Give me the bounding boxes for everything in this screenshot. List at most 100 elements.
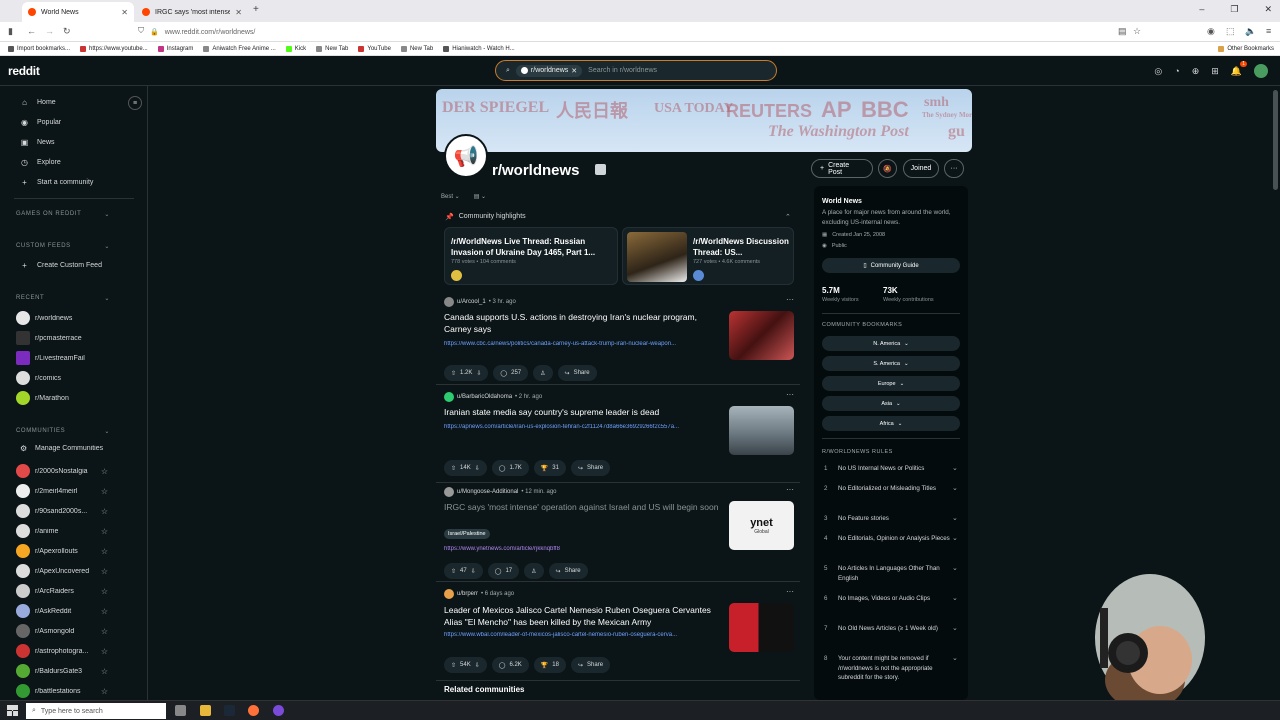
forward-icon[interactable]: → <box>45 26 54 36</box>
recent-item[interactable]: r/pcmasterrace <box>16 331 108 345</box>
nav-home[interactable]: ⌂ Home <box>20 98 56 107</box>
communities-section-header[interactable]: COMMUNITIES ⌄ <box>16 428 110 435</box>
rule-item[interactable]: 8 Your content might be removed if /r/wor… <box>822 654 962 683</box>
rule-item[interactable]: 1 No US Internal News or Politics ⌄ <box>822 464 962 474</box>
post-card[interactable]: u/BarbaricOldahoma • 2 hr. ago ··· Irania… <box>436 388 800 483</box>
more-icon[interactable]: ··· <box>786 485 794 494</box>
award-button[interactable]: ♙ <box>524 563 544 579</box>
recent-item[interactable]: r/Marathon <box>16 391 108 405</box>
star-icon[interactable]: ☆ <box>101 587 108 596</box>
post-title[interactable]: IRGC says 'most intense' operation again… <box>444 501 724 513</box>
tab-irgc[interactable]: IRGC says 'most intense' operati ✕ <box>136 2 248 22</box>
star-icon[interactable]: ☆ <box>101 527 108 536</box>
vote-control[interactable]: ⇧ 14K ⇩ <box>444 460 487 476</box>
community-item[interactable]: r/ArcRaiders ☆ <box>16 584 108 598</box>
share-button[interactable]: ↪ Share <box>570 460 611 476</box>
sidebar-toggle-icon[interactable]: ▮ <box>8 26 13 37</box>
comments-button[interactable]: ◯ 17 <box>487 563 520 579</box>
post-author[interactable]: u/Mongoose-Additional <box>457 489 518 495</box>
rule-item[interactable]: 7 No Old News Articles (≥ 1 Week old) ⌄ <box>822 624 962 634</box>
star-icon[interactable]: ☆ <box>101 627 108 636</box>
community-item[interactable]: r/astrophotogra... ☆ <box>16 644 108 658</box>
star-icon[interactable]: ☆ <box>101 607 108 616</box>
post-thumbnail[interactable]: ynet Global <box>729 501 794 550</box>
back-icon[interactable]: ← <box>27 26 36 36</box>
menu-icon[interactable]: ≡ <box>1266 26 1271 36</box>
post-title[interactable]: Iranian state media say country's suprem… <box>444 406 724 418</box>
bookmark-item[interactable]: Kick <box>285 45 306 52</box>
more-icon[interactable]: ··· <box>786 390 794 399</box>
reload-icon[interactable]: ↻ <box>63 26 71 37</box>
collapse-nav-icon[interactable]: ≡ <box>128 96 142 110</box>
star-icon[interactable]: ☆ <box>101 647 108 656</box>
other-bookmarks[interactable]: Other Bookmarks <box>1218 45 1274 52</box>
manage-communities[interactable]: ⚙ Manage Communities <box>20 444 112 453</box>
bookmark-item[interactable]: Aniwatch Free Anime ... <box>203 45 276 52</box>
community-item[interactable]: r/2000sNostalgia ☆ <box>16 464 108 478</box>
nav-popular[interactable]: ◉ Popular <box>20 118 61 127</box>
reddit-logo[interactable]: reddit <box>8 64 40 78</box>
post-card[interactable]: u/Arcool_1 • 3 hr. ago ··· Canada support… <box>436 293 800 385</box>
inbox-icon[interactable]: ⊞ <box>1211 66 1219 77</box>
bookmark-item[interactable]: YouTube <box>358 45 391 52</box>
vote-control[interactable]: ⇧ 47 ⇩ <box>444 563 483 579</box>
bookmark-europe[interactable]: Europe ⌄ <box>822 376 960 391</box>
taskbar-search-input[interactable]: ⌕ Type here to search <box>26 703 166 719</box>
nav-explore[interactable]: ◷ Explore <box>20 158 61 167</box>
post-link[interactable]: https://apnews.com/article/iran-us-explo… <box>444 424 726 430</box>
community-item[interactable]: r/2meirl4meirl ☆ <box>16 484 108 498</box>
shield-icon[interactable]: ⛉ <box>138 26 144 36</box>
award-button[interactable]: 🏆 18 <box>533 657 566 673</box>
scrollbar-thumb[interactable] <box>1273 90 1278 190</box>
bookmark-item[interactable]: Import bookmarks... <box>8 45 70 52</box>
obs-icon[interactable] <box>273 705 284 716</box>
nav-news[interactable]: ▣ News <box>20 138 55 147</box>
post-link[interactable]: https://www.ynetnews.com/article/rjkknqb… <box>444 546 726 552</box>
create-custom-feed[interactable]: + Create Custom Feed <box>20 261 102 270</box>
bookmark-item[interactable]: New Tab <box>400 45 433 52</box>
recent-item[interactable]: r/worldnews <box>16 311 108 325</box>
rule-item[interactable]: 5 No Articles In Languages Other Than Eng… <box>822 564 962 583</box>
post-card[interactable]: u/Mongoose-Additional • 12 min. ago ··· I… <box>436 483 800 582</box>
bookmark-asia[interactable]: Asia ⌄ <box>822 396 960 411</box>
post-author[interactable]: u/BarbaricOldahoma <box>457 394 512 400</box>
close-tab-icon[interactable]: ✕ <box>235 8 242 17</box>
notifications-off-button[interactable]: 🔕 <box>878 159 897 178</box>
star-icon[interactable]: ☆ <box>101 547 108 556</box>
bookmark-n-america[interactable]: N. America ⌄ <box>822 336 960 351</box>
chat-icon[interactable]: ◔ <box>1174 66 1179 76</box>
more-icon[interactable]: ··· <box>786 295 794 304</box>
new-tab-button[interactable]: + <box>253 4 259 15</box>
community-item[interactable]: r/AskReddit ☆ <box>16 604 108 618</box>
more-options-button[interactable]: ··· <box>944 159 964 178</box>
rule-item[interactable]: 2 No Editorialized or Misleading Titles ⌄ <box>822 484 962 494</box>
close-window-icon[interactable]: ✕ <box>1264 4 1272 15</box>
joined-button[interactable]: Joined <box>903 159 939 178</box>
vote-control[interactable]: ⇧ 54K ⇩ <box>444 657 487 673</box>
post-author[interactable]: u/Arcool_1 <box>457 299 486 305</box>
address-field[interactable]: 🔒 www.reddit.com/r/worldnews/ <box>150 25 1130 39</box>
post-thumbnail[interactable] <box>729 311 794 360</box>
post-title[interactable]: Leader of Mexicos Jalisco Cartel Nemesio… <box>444 604 724 628</box>
community-item[interactable]: r/anime ☆ <box>16 524 108 538</box>
windows-start-icon[interactable] <box>7 705 18 716</box>
task-view-icon[interactable] <box>175 705 186 716</box>
comments-button[interactable]: ◯ 1.7K <box>491 460 529 476</box>
file-explorer-icon[interactable] <box>200 705 211 716</box>
post-thumbnail[interactable] <box>729 406 794 455</box>
post-card[interactable]: u/brperr • 6 days ago ··· Leader of Mexic… <box>436 585 800 681</box>
community-item[interactable]: r/Apexrollouts ☆ <box>16 544 108 558</box>
mod-badge-icon[interactable] <box>595 164 606 175</box>
sort-dropdown[interactable]: Best ⌄ <box>441 193 460 200</box>
bookmark-item[interactable]: Instagram <box>157 45 193 52</box>
post-title[interactable]: Canada supports U.S. actions in destroyi… <box>444 311 724 335</box>
pocket-icon[interactable]: ⬚ <box>1226 26 1235 37</box>
create-icon[interactable]: ⊕ <box>1192 66 1200 77</box>
remove-chip-icon[interactable]: ✕ <box>571 67 577 75</box>
tab-world-news[interactable]: World News ✕ <box>22 2 134 22</box>
community-item[interactable]: r/Asmongold ☆ <box>16 624 108 638</box>
rule-item[interactable]: 4 No Editorials, Opinion or Analysis Piec… <box>822 534 962 544</box>
bookmark-item[interactable]: https://www.youtube... <box>80 45 148 52</box>
community-item[interactable]: r/ApexUncovered ☆ <box>16 564 108 578</box>
recent-section-header[interactable]: RECENT ⌄ <box>16 295 110 302</box>
